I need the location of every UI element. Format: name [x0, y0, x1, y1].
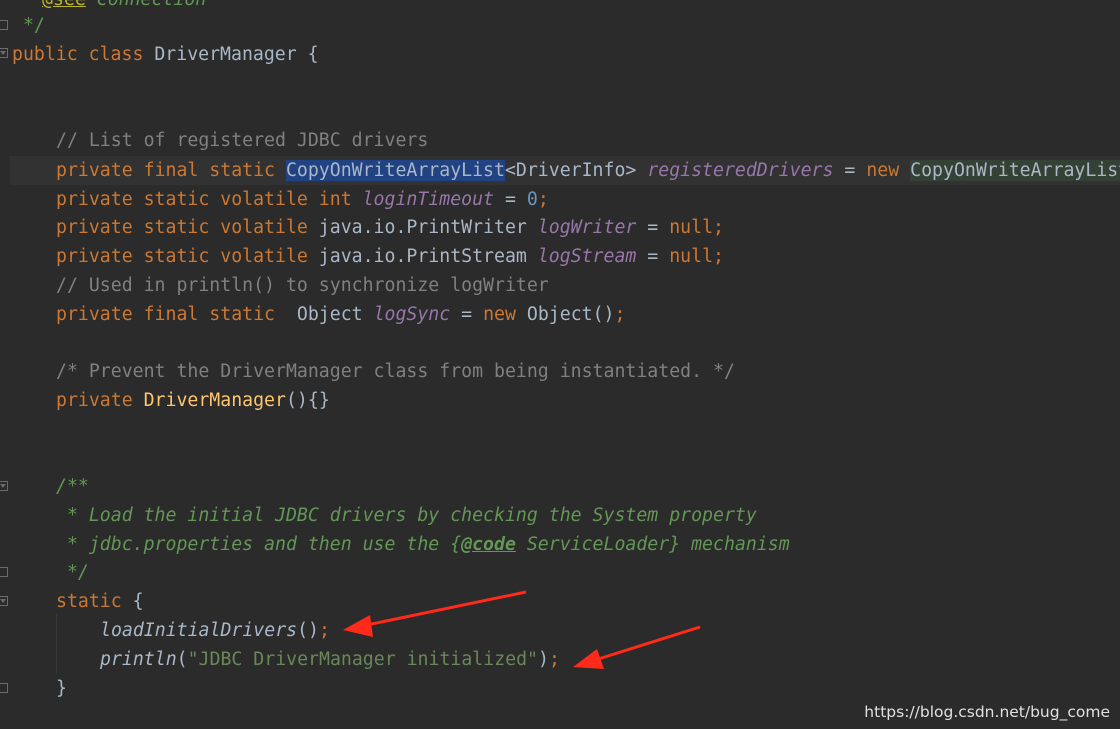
- code-line[interactable]: }: [56, 674, 67, 703]
- code-line[interactable]: // Used in println() to synchronize logW…: [56, 271, 549, 300]
- fold-marker-icon[interactable]: [0, 683, 8, 693]
- code-editor[interactable]: @see Connection */ public class DriverMa…: [0, 0, 1120, 729]
- selected-identifier[interactable]: CopyOnWriteArrayList: [285, 160, 505, 181]
- fold-toggle-icon[interactable]: [0, 596, 8, 606]
- code-line[interactable]: static {: [56, 587, 144, 616]
- code-line[interactable]: loadInitialDrivers();: [100, 616, 330, 645]
- code-line[interactable]: private final static Object logSync = ne…: [56, 300, 625, 329]
- fold-marker-icon[interactable]: [0, 567, 8, 577]
- code-line[interactable]: * jdbc.properties and then use the {@cod…: [56, 530, 790, 559]
- code-line[interactable]: // List of registered JDBC drivers: [56, 126, 428, 155]
- fold-marker-icon[interactable]: [0, 20, 8, 30]
- fold-toggle-icon[interactable]: [0, 481, 8, 491]
- code-line[interactable]: */: [12, 11, 45, 40]
- indent-guide: [56, 614, 57, 674]
- code-line[interactable]: println("JDBC DriverManager initialized"…: [100, 645, 560, 674]
- editor-gutter: [0, 0, 10, 729]
- watermark: https://blog.csdn.net/bug_come: [864, 703, 1110, 721]
- code-line[interactable]: @see Connection: [42, 0, 206, 14]
- code-line[interactable]: /* Prevent the DriverManager class from …: [56, 357, 735, 386]
- fold-toggle-icon[interactable]: [0, 48, 8, 58]
- code-line[interactable]: private final static CopyOnWriteArrayLis…: [56, 156, 1120, 185]
- code-line[interactable]: private static volatile java.io.PrintStr…: [56, 242, 724, 271]
- code-line[interactable]: private static volatile java.io.PrintWri…: [56, 213, 724, 242]
- code-line[interactable]: */: [56, 558, 89, 587]
- code-line[interactable]: /**: [56, 472, 89, 501]
- code-line[interactable]: public class DriverManager {: [12, 40, 319, 69]
- code-line[interactable]: * Load the initial JDBC drivers by check…: [56, 501, 757, 530]
- code-line[interactable]: private DriverManager(){}: [56, 386, 330, 415]
- code-line[interactable]: private static volatile int loginTimeout…: [56, 185, 549, 214]
- usage-highlight: CopyOnWriteArrayList: [910, 160, 1120, 181]
